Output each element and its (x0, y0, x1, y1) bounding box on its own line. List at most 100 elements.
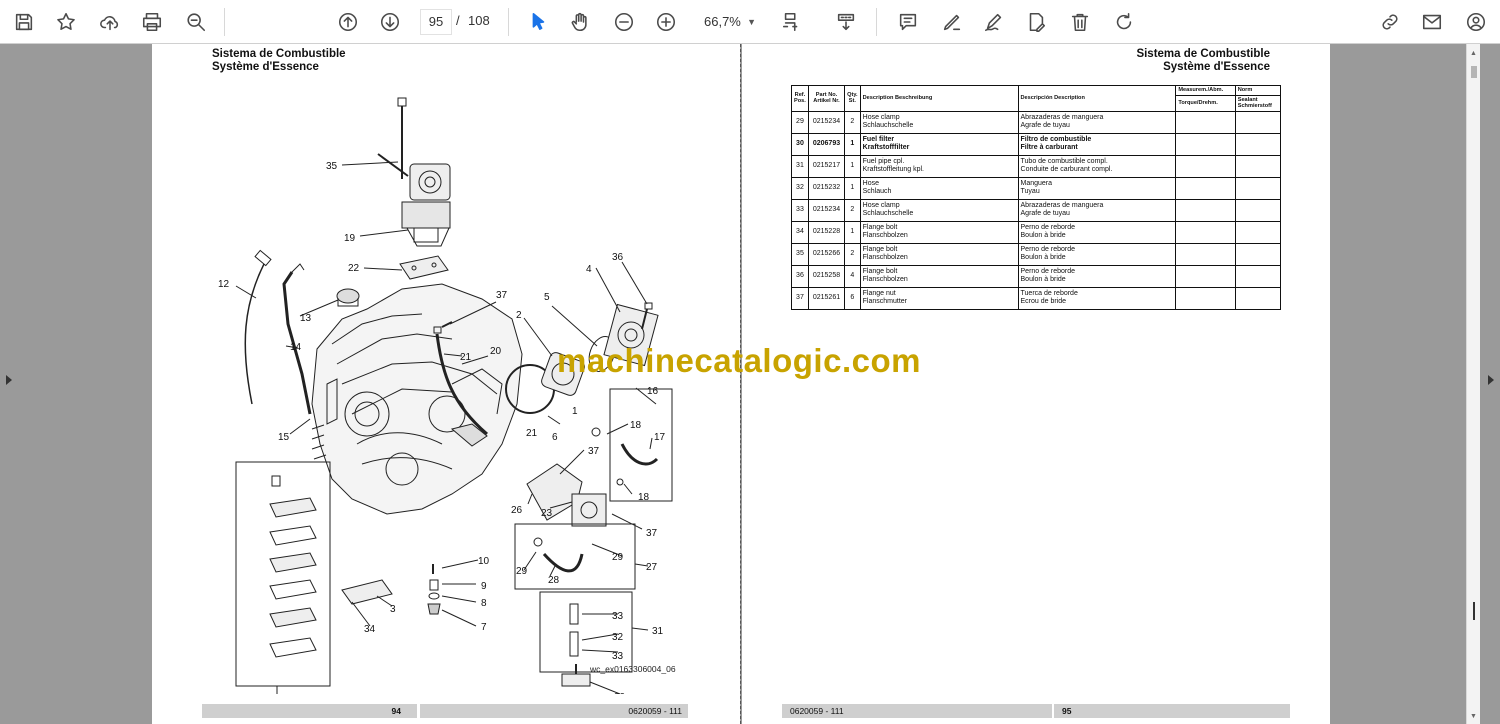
hand-icon[interactable] (564, 6, 596, 38)
page-title-right: Sistema de Combustible Système d'Essence (1136, 48, 1270, 74)
cell-description-es-fr: Abrazaderas de manguera Agrafe de tuyau (1017, 110, 1177, 134)
sign-icon[interactable] (978, 6, 1010, 38)
upload-icon[interactable] (94, 6, 126, 38)
cell-measurement (1175, 154, 1236, 178)
pointer-icon[interactable] (522, 6, 554, 38)
rotate-icon[interactable] (1108, 6, 1140, 38)
cell-description-es-fr: Perno de reborde Boulon à bride (1017, 264, 1177, 288)
cell-norm (1234, 286, 1282, 310)
header-measurement: Measurem./Abm. (1175, 85, 1236, 96)
right-panel-toggle-icon[interactable] (1487, 374, 1495, 386)
page-number-input[interactable]: 95 (420, 9, 452, 35)
scroll-mode-icon[interactable] (830, 6, 862, 38)
cell-measurement (1175, 198, 1236, 222)
diagram-callout: 13 (300, 313, 312, 324)
diagram-callout: 32 (612, 632, 624, 643)
save-icon[interactable] (8, 6, 40, 38)
cell-ref: 35 (791, 242, 809, 266)
diagram-callout: 26 (511, 505, 523, 516)
fit-page-icon[interactable] (776, 6, 808, 38)
header-part: Part No. Artikel Nr. (807, 85, 846, 112)
cell-description-es-fr: Perno de reborde Boulon à bride (1017, 220, 1177, 244)
share-link-icon[interactable] (1374, 6, 1406, 38)
cell-qty: 2 (844, 198, 861, 222)
account-icon[interactable] (1460, 6, 1492, 38)
table-row: 29 0215234 2 Hose clamp Schlauchschelle Abraz… (791, 110, 1282, 134)
cell-description: Hose Schlauch (859, 176, 1019, 200)
bookmark-star-icon[interactable] (50, 6, 82, 38)
cell-qty: 6 (844, 286, 861, 310)
pdf-page-left: Sistema de Combustible Système d'Essence (152, 44, 740, 724)
cell-measurement (1175, 220, 1236, 244)
title-es: Sistema de Combustible (1136, 48, 1270, 60)
left-panel-toggle-icon[interactable] (5, 374, 13, 386)
figure-reference: wc_ex0163306004_06 (590, 664, 676, 674)
table-row: 33 0215234 2 Hose clamp Schlauchschelle Abraz… (791, 198, 1282, 222)
pen-icon[interactable] (936, 6, 968, 38)
cell-norm (1234, 110, 1282, 134)
cell-description-es-fr: Abrazaderas de manguera Agrafe de tuyau (1017, 198, 1177, 222)
footer-doc-code-left: 0620059 - 111 (420, 704, 688, 718)
cell-description: Fuel pipe cpl. Kraftstoffleitung kpl. (859, 154, 1019, 178)
cell-description: Hose clamp Schlauchschelle (859, 198, 1019, 222)
cell-measurement (1175, 242, 1236, 266)
diagram-callout: 20 (490, 346, 502, 357)
diagram-callout: 19 (344, 233, 356, 244)
table-row: 36 0215258 4 Flange bolt Flanschbolzen Perno … (791, 264, 1282, 288)
cell-part-number: 0215232 (807, 176, 846, 200)
zoom-select[interactable]: 66,7% ▼ (698, 9, 760, 35)
cell-measurement (1175, 176, 1236, 200)
diagram-callout: 33 (612, 611, 624, 622)
table-header-row: Ref. Pos. Part No. Artikel Nr. Qty. St. … (791, 85, 1282, 112)
cell-norm (1234, 264, 1282, 288)
cell-description: Flange bolt Flanschbolzen (859, 220, 1019, 244)
page-up-icon[interactable] (332, 6, 364, 38)
cell-measurement (1175, 132, 1236, 156)
cell-description-es-fr: Perno de reborde Boulon à bride (1017, 242, 1177, 266)
cell-qty: 1 (844, 154, 861, 178)
diagram-callout: 22 (348, 263, 360, 274)
cell-part-number: 0215261 (807, 286, 846, 310)
vertical-scrollbar[interactable]: ▲ ▼ (1466, 44, 1480, 724)
cell-qty: 1 (844, 132, 861, 156)
cell-qty: 2 (844, 110, 861, 134)
diagram-callout: 31 (652, 626, 664, 637)
diagram-callout: 16 (647, 386, 659, 397)
diagram-callout: 29 (612, 552, 624, 563)
diagram-callout: 33 (612, 651, 624, 662)
diagram-callout: 37 (646, 528, 658, 539)
cell-qty: 1 (844, 176, 861, 200)
title-es: Sistema de Combustible (212, 48, 346, 60)
cell-norm (1234, 132, 1282, 156)
table-row: 37 0215261 6 Flange nut Flanschmutter Tuerca … (791, 286, 1282, 310)
scroll-up-icon[interactable]: ▲ (1470, 50, 1477, 57)
cell-ref: 30 (791, 132, 809, 156)
table-row: 30 0206793 1 Fuel filter Kraftstofffilter Fil… (791, 132, 1282, 156)
delete-icon[interactable] (1064, 6, 1096, 38)
diagram-callout: 3 (390, 604, 396, 615)
search-zoom-icon[interactable] (180, 6, 212, 38)
page-down-icon[interactable] (374, 6, 406, 38)
zoom-value: 66,7% (704, 14, 741, 29)
cell-description-es-fr: Tuerca de reborde Ecrou de bride (1017, 286, 1177, 310)
print-icon[interactable] (136, 6, 168, 38)
table-row: 32 0215232 1 Hose Schlauch Manguera Tuyau (791, 176, 1282, 200)
cell-qty: 2 (844, 242, 861, 266)
cell-description: Flange bolt Flanschbolzen (859, 242, 1019, 266)
diagram-callout: 9 (481, 581, 487, 592)
fill-sign-icon[interactable] (1020, 6, 1052, 38)
email-icon[interactable] (1416, 6, 1448, 38)
cell-part-number: 0215234 (807, 198, 846, 222)
header-ref: Ref. Pos. (791, 85, 809, 112)
scroll-thumb[interactable] (1471, 66, 1477, 78)
cell-ref: 29 (791, 110, 809, 134)
diagram-callout: 23 (541, 508, 553, 519)
zoom-out-icon[interactable] (608, 6, 640, 38)
diagram-callout: 18 (630, 420, 642, 431)
cell-part-number: 0215228 (807, 220, 846, 244)
diagram-callout: 8 (481, 598, 487, 609)
comment-icon[interactable] (892, 6, 924, 38)
parts-table: Ref. Pos. Part No. Artikel Nr. Qty. St. … (791, 85, 1282, 310)
scroll-down-icon[interactable]: ▼ (1470, 713, 1477, 720)
zoom-in-icon[interactable] (650, 6, 682, 38)
